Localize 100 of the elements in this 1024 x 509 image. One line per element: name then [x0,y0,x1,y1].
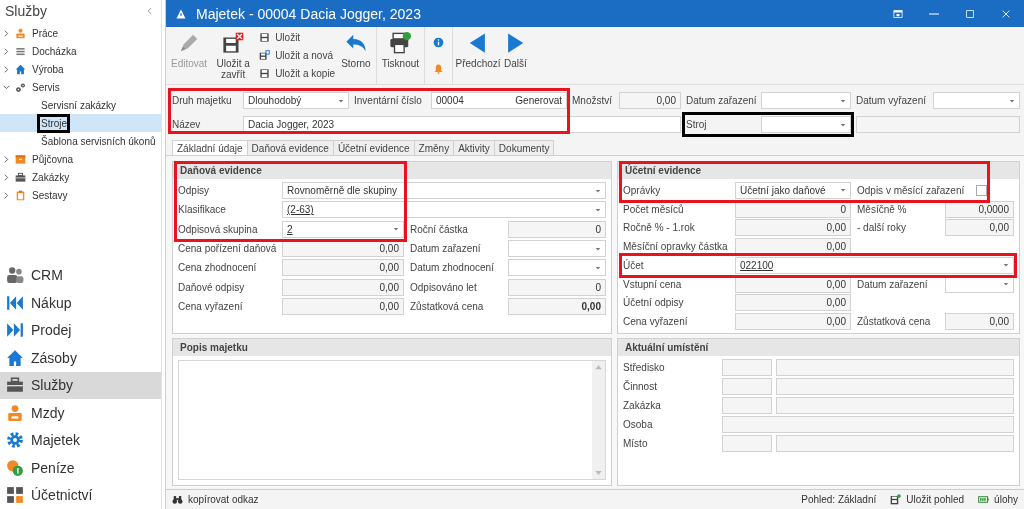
number-field[interactable]: 0,00 [282,278,404,296]
tab[interactable]: Daňová evidence [246,140,334,155]
printer-icon [389,32,412,54]
tab[interactable]: Účetní evidence [332,140,415,155]
text-field[interactable]: 00004 Generovat [431,92,567,109]
field-label: Datum zařazení [857,278,929,290]
tree-item[interactable]: Práce [0,24,161,42]
people-icon [6,266,24,285]
field-label: Ročně % - 1.rok [623,222,696,234]
dropdown[interactable]: (2-63) [282,201,606,219]
module-item[interactable]: Účetnictví [0,481,161,509]
field-label: Cena pořízení daňová [178,243,276,255]
toolbar-button[interactable]: Uložit [259,29,336,47]
field-label: Účet [623,259,645,271]
module-item[interactable]: CRM [0,261,161,289]
person-icon [6,403,24,422]
tree-item[interactable]: Půjčovna [0,150,161,168]
number-field[interactable]: 0 [508,220,606,238]
module-item[interactable]: Zásoby [0,344,161,372]
tree-item[interactable]: Stroje [0,114,161,132]
person-icon [15,27,26,39]
dropdown[interactable]: Rovnoměrně dle skupiny [282,182,606,200]
toolbar-button[interactable]: Storno [339,29,373,82]
text-field[interactable] [776,397,1014,414]
number-field[interactable]: 0,00 [282,259,404,277]
floppy-icon [259,67,271,79]
toolbar-button[interactable]: Uložit a nová [259,47,336,64]
code-field[interactable] [722,378,772,395]
status-button[interactable]: Uložit pohled [890,494,965,505]
tree-item[interactable]: Servisní zakázky [0,96,161,114]
field-label: Druh majetku [172,95,233,106]
toolbar-button[interactable] [433,36,445,48]
field-label: Datum zařazení [686,95,756,106]
dropdown[interactable]: Dlouhodobý [243,92,349,109]
toolbar-button[interactable]: Další [502,29,529,82]
toolbar-button[interactable]: Předchozí [456,29,501,82]
panel-title: Popis majetku [180,342,248,353]
dropdown[interactable]: 2 [282,220,404,238]
field-label: Datum zhodnocení [410,262,495,274]
field-label: Název [172,119,202,130]
number-field[interactable]: 0,00 [619,92,681,109]
module-item[interactable]: Mzdy [0,399,161,427]
generate-button[interactable]: Generovat [515,95,562,106]
floppy-icon [259,32,271,44]
status-button[interactable]: úlohy [978,494,1018,505]
panel-title: Aktuální umístění [625,342,709,353]
tab[interactable]: Základní údaje [172,140,248,155]
tab[interactable]: Aktivity [453,140,495,155]
text-field[interactable] [776,435,1014,452]
triangle-icon [175,7,187,20]
number-field[interactable]: 0,00 [508,297,606,315]
toolbar-button[interactable]: Uložit a zavřít [211,29,256,82]
module-item[interactable]: Služby [0,371,161,399]
briefcase-icon [6,376,24,395]
module-item[interactable]: Prodej [0,316,161,344]
tree-item[interactable]: Šablona servisních úkonů [0,132,161,150]
status-button[interactable]: kopírovat odkaz [172,494,259,505]
scrollbar[interactable] [592,361,605,479]
checkbox[interactable] [976,184,988,196]
settings-icon [6,431,24,450]
text-field[interactable] [776,359,1014,376]
number-field[interactable]: 0,00 [945,313,1014,331]
field-label: Odpis v měsící zařazení [857,184,965,196]
sidebar-title: Služby [5,3,48,19]
tab[interactable]: Dokumenty [493,140,555,155]
number-field[interactable]: 0,00 [735,313,851,331]
tree-item[interactable]: Zakázky [0,168,161,186]
floppy-x-icon [222,32,245,54]
coins-icon [6,458,24,477]
number-field[interactable]: 0,00 [735,219,851,237]
field-label: Místo [623,438,649,449]
code-field[interactable] [722,397,772,414]
tree-item[interactable]: Výroba [0,60,161,78]
dropdown[interactable]: Účetní jako daňové [735,181,851,199]
text-field[interactable] [722,416,1014,433]
tree-item[interactable]: Servis [0,78,161,96]
toolbar-button[interactable] [433,63,445,75]
toolbar-button[interactable]: Uložit a kopie [259,64,336,82]
number-field[interactable]: 0,00 [945,219,1014,237]
description-field[interactable] [178,360,606,480]
number-field[interactable]: 0,00 [282,297,404,315]
code-field[interactable] [722,359,772,376]
code-field[interactable] [722,435,772,452]
tree-item[interactable]: Sestavy [0,186,161,204]
tree-item[interactable]: Docházka [0,42,161,60]
panel-title: Účetní evidence [625,165,702,176]
dropdown[interactable]: 022100 [735,256,1014,274]
text-field[interactable]: Dacia Jogger, 2023 [243,116,681,133]
module-item[interactable]: Peníze [0,454,161,482]
text-field[interactable] [776,378,1014,395]
field-label: Klasifikace [178,204,227,216]
toolbar-button[interactable]: Tisknout [379,29,422,82]
module-item[interactable]: Nákup [0,289,161,317]
number-field[interactable]: 0,00 [735,294,851,312]
field-label: Činnost [623,381,658,392]
collapse-icon [145,6,155,16]
module-item[interactable]: Majetek [0,426,161,454]
field-label: Odpisováno let [410,281,478,293]
text-field[interactable] [856,116,1020,133]
number-field[interactable]: 0 [508,278,606,296]
